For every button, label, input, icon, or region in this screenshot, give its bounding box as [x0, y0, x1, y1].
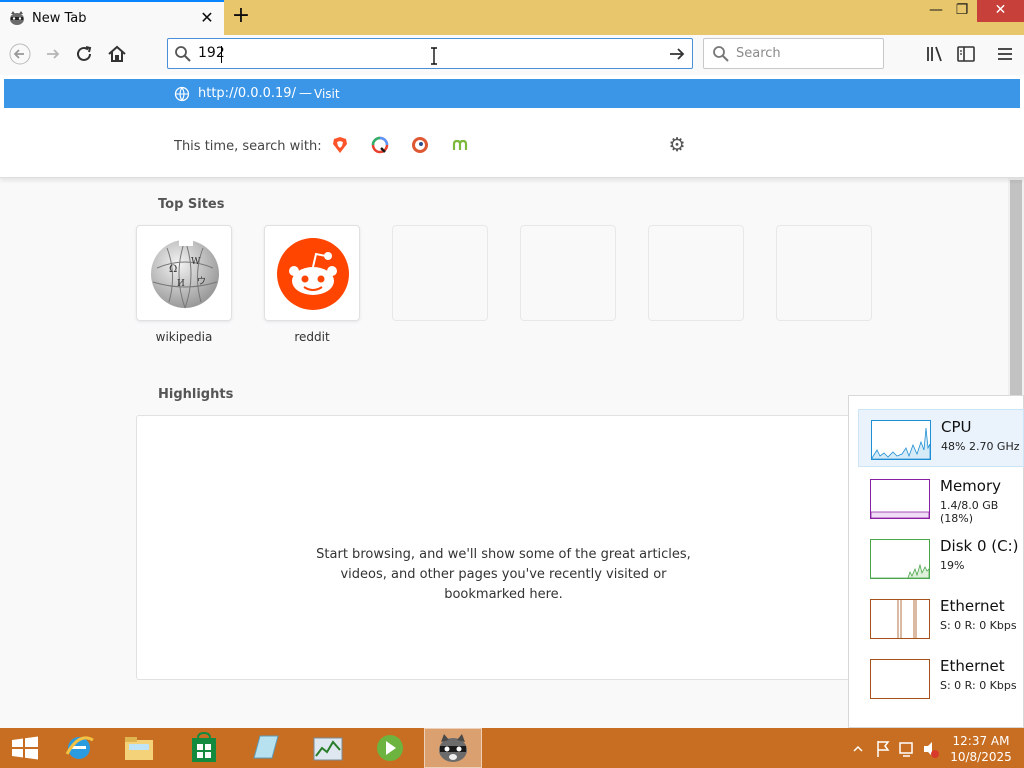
restore-button[interactable]: ❐ — [947, 0, 977, 22]
svg-text:ウ: ウ — [197, 276, 206, 287]
raccoon-app-icon[interactable] — [427, 730, 479, 766]
suggestion-separator: — — [299, 86, 312, 101]
svg-text:И: И — [177, 279, 185, 289]
one-time-search-label: This time, search with: — [174, 139, 322, 154]
tab-title: New Tab — [32, 11, 87, 26]
top-site-label[interactable]: reddit — [264, 330, 360, 344]
search-placeholder: Search — [736, 46, 781, 61]
system-tray[interactable] — [850, 735, 940, 763]
media-player-icon[interactable] — [364, 730, 416, 766]
search-icon — [713, 46, 729, 62]
sidebar-icon[interactable] — [955, 44, 977, 64]
tm-name: Memory — [940, 477, 1002, 495]
text-caret — [221, 46, 222, 63]
tab-close-icon[interactable]: ✕ — [198, 9, 216, 27]
tm-row-cpu[interactable]: CPU 48% 2.70 GHz — [858, 409, 1024, 467]
highlights-message-line: Start browsing, and we'll show some of t… — [316, 547, 691, 562]
mojeek-icon[interactable] — [451, 136, 469, 154]
clock-date[interactable]: 10/8/2025 — [950, 750, 1012, 764]
top-site-tile-empty[interactable] — [776, 225, 872, 321]
clock-time[interactable]: 12:37 AM — [950, 734, 1012, 748]
tm-value: 1.4/8.0 GB (18%) — [940, 499, 999, 525]
search-settings-gear-icon[interactable]: ⚙ — [667, 135, 687, 155]
tm-name: Ethernet — [940, 597, 1005, 615]
ibeam-cursor-icon — [431, 47, 437, 65]
duckduckgo-icon[interactable] — [411, 136, 429, 154]
tm-name: Disk 0 (C:) — [940, 537, 1019, 555]
ethernet-graph — [870, 599, 930, 639]
brave-icon[interactable] — [331, 136, 349, 154]
top-site-tile-empty[interactable] — [648, 225, 744, 321]
tm-row-ethernet[interactable]: Ethernet S: 0 R: 0 Kbps — [858, 649, 1024, 707]
svg-text:W: W — [191, 257, 201, 267]
ethernet-graph — [870, 659, 930, 699]
tm-name: CPU — [941, 418, 972, 436]
tm-name: Ethernet — [940, 657, 1005, 675]
suggestion-action: Visit — [314, 87, 340, 101]
top-site-tile-empty[interactable] — [520, 225, 616, 321]
menu-icon[interactable] — [994, 44, 1016, 64]
disk-graph — [870, 539, 930, 579]
search-icon — [175, 46, 191, 62]
reload-icon[interactable] — [73, 43, 97, 65]
memory-graph — [870, 479, 930, 519]
tm-row-disk[interactable]: Disk 0 (C:) 19% — [858, 529, 1024, 587]
raccoon-favicon-icon — [10, 11, 24, 25]
reddit-icon — [277, 238, 349, 310]
home-icon[interactable] — [105, 43, 129, 65]
suggestion-url: http://0.0.0.19/ — [198, 86, 296, 101]
top-site-tile-empty[interactable] — [392, 225, 488, 321]
tm-value: S: 0 R: 0 Kbps — [940, 619, 1017, 632]
library-icon[interactable] — [924, 44, 946, 64]
forward-icon[interactable] — [41, 43, 65, 65]
tm-row-ethernet[interactable]: Ethernet S: 0 R: 0 Kbps — [858, 589, 1024, 647]
highlights-heading[interactable]: Highlights — [158, 387, 233, 402]
highlights-message-line: bookmarked here. — [444, 587, 563, 602]
store-icon[interactable] — [178, 730, 230, 766]
internet-explorer-icon[interactable] — [53, 730, 105, 766]
cpu-graph — [871, 420, 931, 460]
go-arrow-icon[interactable] — [666, 43, 688, 65]
file-explorer-icon[interactable] — [113, 730, 165, 766]
svg-text:Ω: Ω — [169, 264, 177, 275]
tab-new-tab[interactable]: New Tab ✕ — [0, 0, 224, 35]
search-bar[interactable]: Search — [703, 38, 884, 69]
tm-value: 48% 2.70 GHz — [941, 440, 1020, 453]
windows-start-icon[interactable] — [0, 728, 50, 768]
top-sites-heading[interactable]: Top Sites — [158, 197, 225, 212]
close-window-button[interactable]: ✕ — [977, 0, 1024, 22]
highlights-message-line: videos, and other pages you've recently … — [340, 567, 667, 582]
tm-value: 19% — [940, 559, 965, 572]
highlights-message: Start browsing, and we'll show some of t… — [136, 545, 871, 605]
top-site-tile-wikipedia[interactable]: Ω W И ウ — [136, 225, 232, 321]
globe-icon — [174, 86, 190, 102]
task-manager-icon[interactable] — [302, 730, 354, 766]
tm-row-memory[interactable]: Memory 1.4/8.0 GB (18%) — [858, 469, 1024, 527]
scrollbar-thumb[interactable] — [1010, 180, 1022, 395]
new-tab-button[interactable]: + — [230, 4, 252, 28]
wikipedia-icon: Ω W И ウ — [151, 238, 219, 309]
top-site-tile-reddit[interactable] — [264, 225, 360, 321]
qwant-icon[interactable] — [371, 136, 389, 154]
back-icon[interactable] — [8, 43, 32, 65]
tm-value: S: 0 R: 0 Kbps — [940, 679, 1017, 692]
top-site-label[interactable]: wikipedia — [136, 330, 232, 344]
url-suggestion-row[interactable]: http://0.0.0.19/ — Visit — [4, 79, 1020, 108]
notepad-icon[interactable] — [240, 730, 292, 766]
